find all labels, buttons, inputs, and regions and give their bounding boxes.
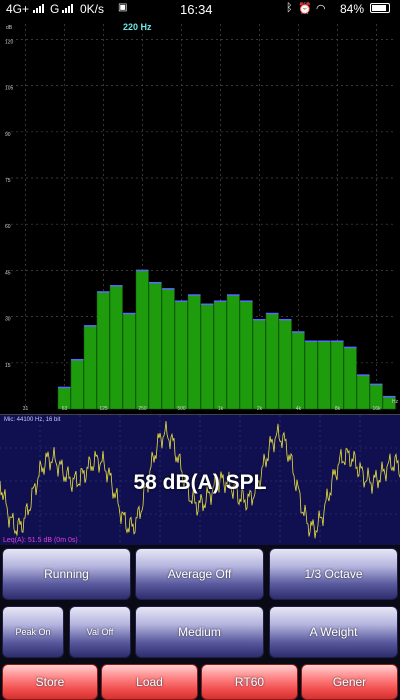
spectrum-bar: [83, 325, 97, 410]
x-tick-label: 4k: [296, 406, 302, 412]
spectrum-bar: [252, 319, 266, 410]
alarm-icon: ⏰: [298, 3, 312, 15]
x-tick-label: 8k: [335, 406, 341, 412]
leq-readout: Leq(A): 51.5 dB (0m 0s): [3, 537, 78, 544]
spectrum-bar: [317, 340, 331, 410]
spectrum-bar: [200, 304, 214, 410]
y-tick-label: 45: [5, 270, 11, 276]
spectrum-bar: [70, 359, 84, 410]
spectrum-bar: [213, 300, 227, 410]
spectrum-bar: [122, 313, 136, 410]
clock: 16:34: [180, 2, 213, 17]
store-button[interactable]: Store: [2, 664, 98, 700]
medium-button[interactable]: Medium: [135, 606, 264, 658]
hd-icon: ▣: [118, 2, 128, 13]
signal-icon: [33, 3, 44, 13]
spectrum-chart[interactable]: 120 105 90 75 60 45 30 15 31 63 125 250 500 1k 2k 4k 8k 1…: [0, 18, 400, 413]
y-tick-label: 60: [5, 224, 11, 230]
spectrum-bar: [187, 294, 201, 410]
battery-percent: 84%: [340, 2, 365, 16]
spectrum-bar: [109, 285, 123, 410]
x-tick-label: 31: [23, 406, 29, 412]
y-tick-label: 120: [5, 39, 14, 45]
mic-info: Mic: 44100 Hz, 16 bit: [4, 417, 61, 423]
x-tick-label: 125: [99, 406, 108, 412]
waveform-panel[interactable]: Mic: 44100 Hz, 16 bit 58 dB(A) SPL Leq(A…: [0, 414, 400, 547]
running-button[interactable]: Running: [2, 548, 131, 600]
average-off-button[interactable]: Average Off: [135, 548, 264, 600]
octave-button[interactable]: 1/3 Octave: [269, 548, 398, 600]
spectrum-svg: 120 105 90 75 60 45 30 15 31 63 125 250 500 1k 2k 4k 8k 1…: [5, 22, 399, 412]
load-button[interactable]: Load: [101, 664, 198, 700]
carrier2-type: G: [50, 2, 60, 16]
y-unit-label: dB: [6, 25, 13, 31]
wifi-icon: ◠: [316, 3, 326, 15]
signal2-icon: [62, 3, 73, 13]
a-weight-button[interactable]: A Weight: [269, 606, 398, 658]
peak-frequency-label: 220 Hz: [123, 22, 152, 32]
spectrum-bar: [291, 331, 305, 410]
spectrum-bar: [304, 340, 318, 410]
val-off-button[interactable]: Val Off: [69, 606, 131, 658]
x-tick-label: 1k: [218, 406, 224, 412]
bars: [57, 269, 396, 410]
spectrum-bar: [174, 300, 188, 410]
spl-readout: 58 dB(A) SPL: [133, 471, 267, 494]
spectrum-bar: [135, 270, 149, 410]
rt60-button[interactable]: RT60: [201, 664, 298, 700]
spectrum-bar: [226, 294, 240, 410]
net-speed: 0K/s: [80, 2, 105, 16]
status-bar: 4G+ G 0K/s ▣ 16:34 ᛒ ⏰ ◠ 84%: [0, 0, 400, 18]
x-tick-label: 63: [62, 406, 68, 412]
spectrum-bar: [161, 288, 175, 410]
x-tick-label: 2k: [257, 406, 263, 412]
spectrum-bar: [278, 319, 292, 410]
y-tick-label: 30: [5, 317, 11, 323]
y-tick-label: 105: [5, 86, 14, 92]
gener-button[interactable]: Gener: [301, 664, 398, 700]
bluetooth-icon: ᛒ: [286, 2, 293, 14]
peak-on-button[interactable]: Peak On: [2, 606, 64, 658]
x-tick-label: 16k: [372, 406, 381, 412]
y-tick-label: 75: [5, 178, 11, 184]
spectrum-bar: [343, 347, 357, 410]
spectrum-bar: [356, 374, 370, 410]
y-tick-label: 15: [5, 363, 11, 369]
network-type: 4G+: [6, 2, 30, 16]
spectrum-bar: [265, 313, 279, 410]
battery-icon: [370, 3, 390, 13]
spectrum-bar: [148, 282, 162, 410]
spectrum-bar: [96, 291, 110, 410]
x-tick-label: 500: [177, 406, 186, 412]
x-unit-label: Hz: [392, 399, 399, 405]
spectrum-bar: [330, 340, 344, 410]
x-tick-label: 250: [138, 406, 147, 412]
spectrum-bar: [239, 300, 253, 410]
y-tick-label: 90: [5, 132, 11, 138]
